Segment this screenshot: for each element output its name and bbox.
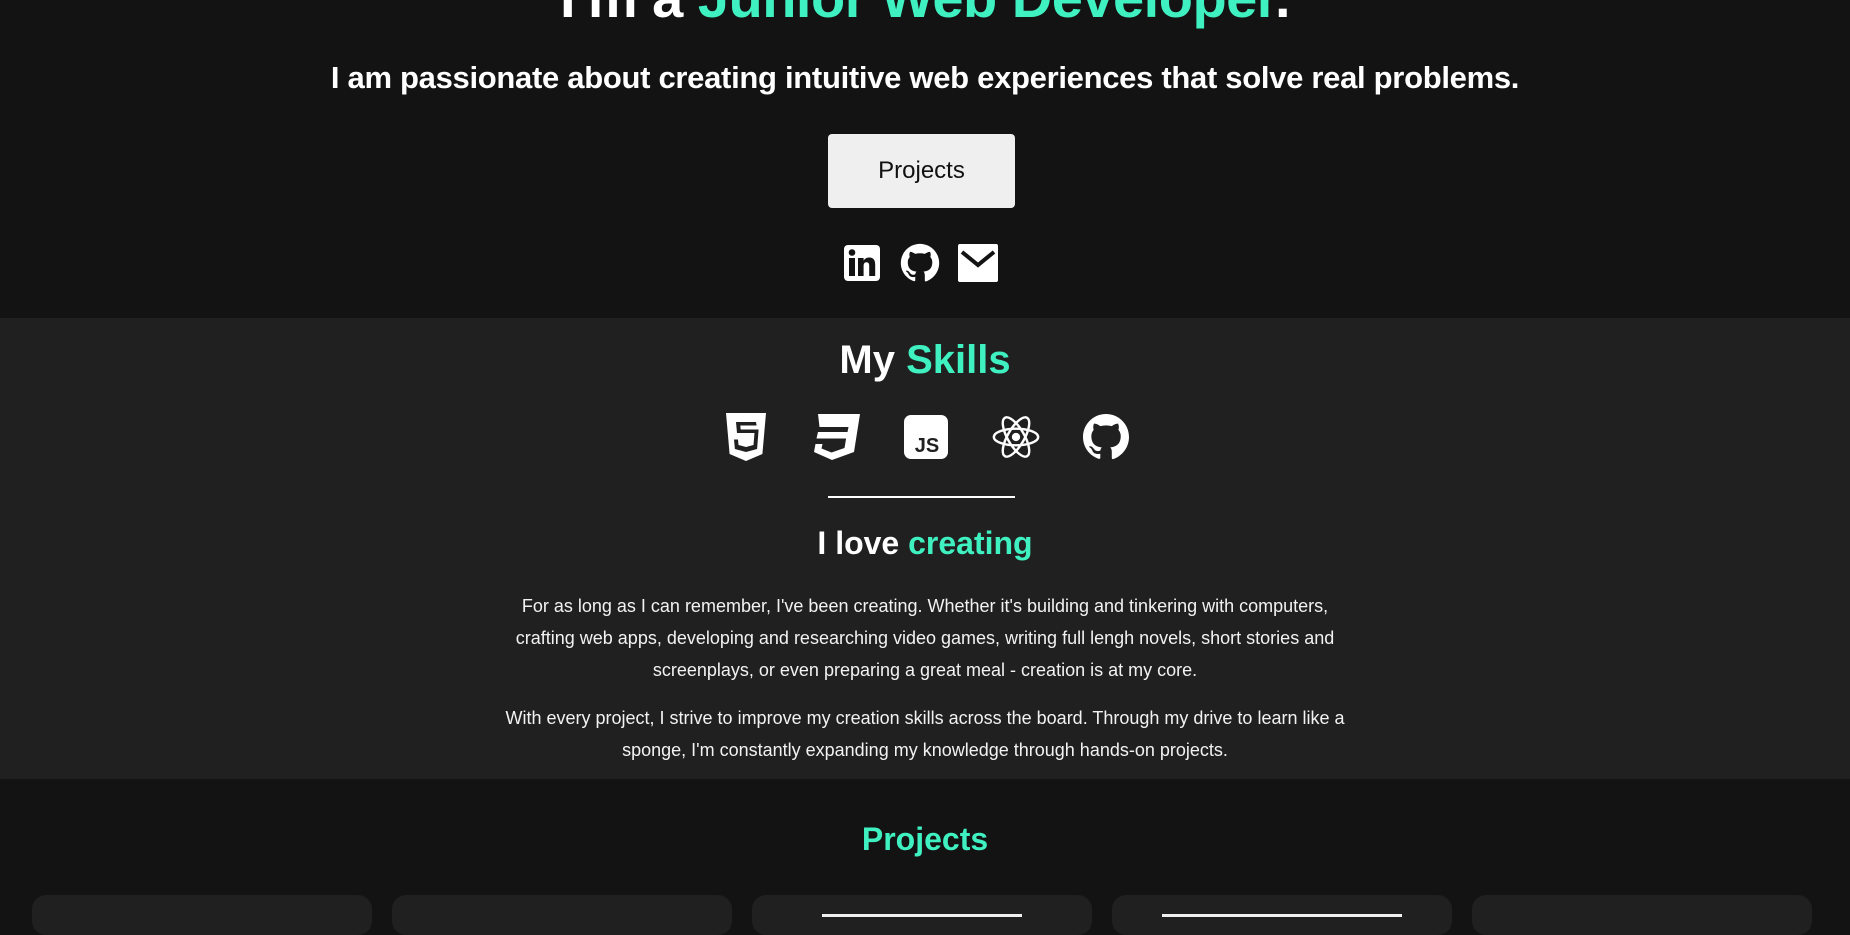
hero-title-suffix: . <box>1275 0 1291 29</box>
hero-title-prefix: I'm a <box>560 0 698 29</box>
project-card[interactable] <box>752 895 1092 935</box>
projects-section: Projects <box>0 779 1850 935</box>
hero-section: I'm a Junior Web Developer. I am passion… <box>0 0 1850 318</box>
social-links <box>842 243 998 283</box>
project-card[interactable] <box>392 895 732 935</box>
hero-title: I'm a Junior Web Developer. <box>0 0 1850 30</box>
css3-icon <box>812 413 860 461</box>
skills-title-prefix: My <box>839 338 907 382</box>
skills-section: My Skills JS I love creating For as long… <box>0 318 1850 779</box>
project-card[interactable] <box>1112 895 1452 935</box>
project-card[interactable] <box>1472 895 1812 935</box>
about-paragraph-1: For as long as I can remember, I've been… <box>515 596 1335 680</box>
projects-title: Projects <box>861 821 989 857</box>
skills-title: My Skills <box>0 336 1850 384</box>
email-icon[interactable] <box>958 243 998 283</box>
html5-icon <box>722 413 770 461</box>
hero-title-accent: Junior Web Developer <box>698 0 1276 29</box>
project-thumbnail <box>822 914 1022 917</box>
hero-subtitle: I am passionate about creating intuitive… <box>330 60 1520 95</box>
project-thumbnail <box>1162 914 1402 917</box>
about-paragraph-2: With every project, I strive to improve … <box>505 708 1345 760</box>
skills-title-accent: Skills <box>906 338 1011 382</box>
love-title-accent: creating <box>908 525 1033 561</box>
javascript-icon: JS <box>902 413 950 461</box>
react-icon <box>992 413 1040 461</box>
projects-button[interactable]: Projects <box>828 134 1015 208</box>
linkedin-icon[interactable] <box>842 243 882 283</box>
github-icon <box>1082 413 1130 461</box>
skill-icons: JS <box>722 413 1130 461</box>
project-card[interactable] <box>32 895 372 935</box>
svg-text:JS: JS <box>915 435 939 457</box>
github-icon[interactable] <box>900 243 940 283</box>
section-divider <box>828 496 1015 498</box>
love-title-prefix: I love <box>817 525 909 561</box>
love-title: I love creating <box>0 523 1850 563</box>
